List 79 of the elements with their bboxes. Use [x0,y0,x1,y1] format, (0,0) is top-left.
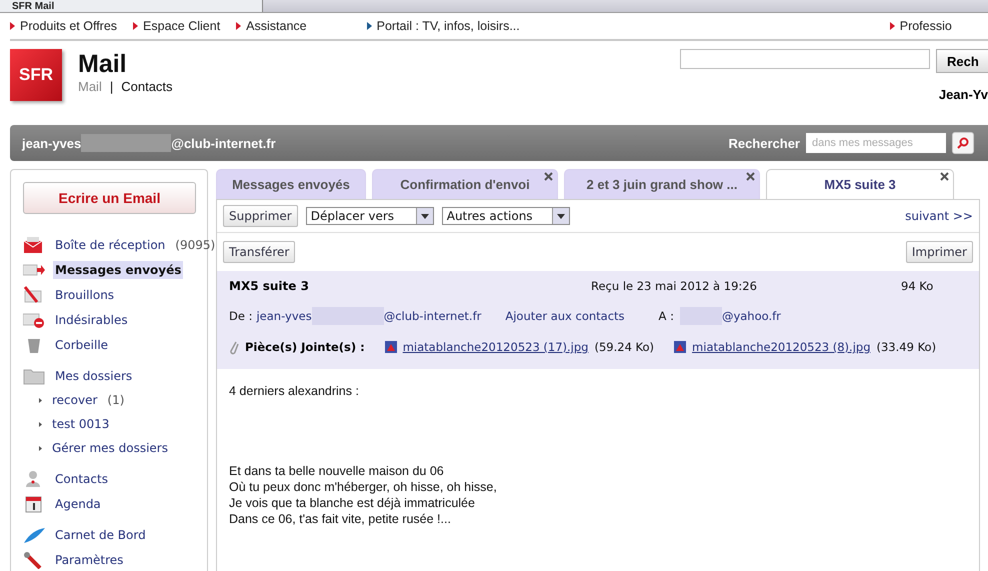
inbox-icon [23,236,45,254]
attachment-size: (33.49 Ko) [876,340,936,354]
user-name: Jean-Yv [938,87,988,102]
email-text: @club-internet.fr [171,136,276,150]
bullet-icon [39,398,42,402]
app-title: Mail [78,49,128,79]
to-label: A : [658,309,674,323]
search-icon [957,137,969,149]
close-button[interactable] [940,172,949,181]
tab[interactable]: 2 et 3 juin grand show ... [564,169,760,199]
sidebar-item[interactable]: Mes dossiers [53,366,134,384]
search-button[interactable]: Rech [936,49,988,73]
image-file-icon [674,341,686,353]
nav-link[interactable]: Professio [890,19,952,33]
sidebar-item[interactable]: Indésirables [53,310,130,328]
blocked-envelope-icon [23,310,45,328]
close-button[interactable] [544,172,553,181]
from-label: De : [229,309,252,323]
sidebar-item[interactable]: recover [50,391,100,409]
folder-icon [23,366,45,384]
message-subject: MX5 suite 3 [229,279,310,293]
tab[interactable]: Confirmation d'envoi [372,169,558,199]
item-count: (1) [107,393,124,407]
item-count: (9095) [175,238,216,252]
nav-link[interactable]: Espace Client [133,19,220,33]
sender-address[interactable]: jean-yves [256,309,312,323]
sidebar-item[interactable]: Paramètres [53,550,126,568]
image-file-icon [384,341,397,353]
tab[interactable]: Messages envoyés [216,169,366,199]
sidebar-item[interactable]: test 0013 [50,415,112,433]
email-text: jean-yves [22,136,82,150]
bullet-icon [39,446,42,450]
sidebar-item[interactable]: Contacts [53,470,110,488]
sidebar-item[interactable]: Agenda [53,494,103,512]
nav-link[interactable]: Portail : TV, infos, loisirs... [366,19,520,33]
paperclip-icon [229,339,239,355]
sidebar-item[interactable]: Brouillons [53,286,116,304]
tab[interactable]: MX5 suite 3 [766,169,954,199]
search-label: Rechercher [728,136,800,150]
compose-button[interactable]: Ecrire un Email [23,182,196,214]
bullet-icon [39,422,42,426]
received-date: Reçu le 23 mai 2012 à 19:26 [591,279,758,293]
separator: | [110,79,114,94]
browser-tab[interactable]: SFR Mail [0,0,263,12]
header-link[interactable]: Contacts [121,79,173,94]
attachment-link[interactable]: miatablanche20120523 (17).jpg [402,340,588,354]
print-button[interactable]: Imprimer [906,241,973,263]
add-contact-link[interactable]: Ajouter aux contacts [505,309,625,323]
sender-address[interactable]: @club-internet.fr [384,309,482,323]
attachment-link[interactable]: miatablanche20120523 (8).jpg [692,340,870,354]
message-size: 94 Ko [901,279,934,293]
message-search-field[interactable]: dans mes messages [806,133,946,153]
attachments-label: Pièce(s) Jointe(s) : [245,340,365,354]
recipient-address[interactable]: @yahoo.fr [722,309,781,323]
nav-link[interactable]: Produits et Offres [10,19,118,33]
close-icon [544,172,553,181]
close-icon [940,172,949,181]
close-button[interactable] [746,172,755,181]
move-dropdown[interactable]: Déplacer vers [306,207,434,225]
sidebar-item[interactable]: Corbeille [53,336,110,354]
caret-icon [420,214,429,218]
close-icon [746,172,755,181]
sidebar-item[interactable]: Carnet de Bord [53,526,148,544]
header-link[interactable]: Mail [78,79,102,94]
next-link[interactable]: suivant >> [905,209,973,223]
actions-dropdown[interactable]: Autres actions [442,207,570,225]
sfr-logo: SFR [10,49,62,101]
attachment-size: (59.24 Ko) [594,340,654,354]
search-field[interactable] [680,49,930,69]
caret-icon [556,214,565,218]
search-button[interactable] [952,132,974,154]
feather-icon [23,526,45,544]
sidebar-item[interactable]: Messages envoyés [53,260,184,278]
message-body: 4 derniers alexandrins : Et dans ta belle nouvelle maison du 06 Où tu peux donc m'héberger, oh hisse, oh hisse, Je vois que ta blanche est déjà immatriculée Dans ce 06, t'as fait vite, petite rusée !... [228,383,498,528]
forward-button[interactable]: Transférer [223,241,296,263]
sidebar-item[interactable]: Gérer mes dossiers [50,439,170,457]
sidebar-item[interactable]: Boîte de réception [53,236,168,254]
nav-link[interactable]: Assistance [236,19,307,33]
delete-button[interactable]: Supprimer [223,205,298,227]
